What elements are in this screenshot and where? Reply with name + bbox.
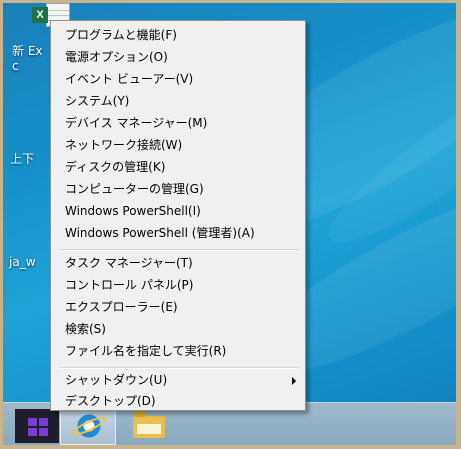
power-user-menu: プログラムと機能(F) 電源オプション(O) イベント ビューアー(V) システ…: [50, 20, 306, 411]
menu-item-label: コントロール パネル(P): [65, 278, 194, 292]
menu-item-search[interactable]: 検索(S): [54, 319, 302, 340]
menu-item-task-manager[interactable]: タスク マネージャー(T): [54, 253, 302, 274]
menu-item-label: エクスプローラー(E): [65, 300, 178, 314]
menu-item-computer-management[interactable]: コンピューターの管理(G): [54, 179, 302, 200]
menu-item-label: タスク マネージャー(T): [65, 256, 193, 270]
menu-item-label: プログラムと機能(F): [65, 28, 177, 42]
taskbar-internet-explorer[interactable]: [60, 407, 116, 445]
windows-logo-icon: [28, 418, 48, 436]
taskbar-file-explorer[interactable]: [121, 407, 177, 445]
desktop-icon-shortcut[interactable]: 上下: [10, 150, 34, 167]
menu-item-label: 検索(S): [65, 322, 106, 336]
menu-item-powershell[interactable]: Windows PowerShell(I): [54, 201, 302, 222]
menu-item-label: ネットワーク接続(W): [65, 138, 183, 152]
desktop-icon-label: 新 Exc: [12, 44, 43, 73]
menu-item-label: コンピューターの管理(G): [65, 182, 204, 196]
menu-item-label: 電源オプション(O): [65, 50, 168, 64]
menu-item-label: ディスクの管理(K): [65, 160, 166, 174]
menu-item-disk-management[interactable]: ディスクの管理(K): [54, 157, 302, 178]
menu-item-label: システム(Y): [65, 94, 130, 108]
menu-separator: [59, 367, 299, 369]
desktop-icon-excel[interactable]: 新 Exc: [12, 44, 46, 74]
menu-item-control-panel[interactable]: コントロール パネル(P): [54, 275, 302, 296]
menu-separator: [59, 249, 299, 251]
menu-item-run[interactable]: ファイル名を指定して実行(R): [54, 341, 302, 362]
submenu-arrow-icon: [292, 377, 296, 385]
file-explorer-icon: [133, 411, 165, 438]
menu-item-label: Windows PowerShell (管理者)(A): [65, 226, 255, 240]
menu-item-shutdown[interactable]: シャットダウン(U): [54, 370, 302, 391]
menu-item-power-options[interactable]: 電源オプション(O): [54, 47, 302, 68]
menu-item-desktop[interactable]: デスクトップ(D): [54, 391, 302, 412]
menu-item-event-viewer[interactable]: イベント ビューアー(V): [54, 69, 302, 90]
menu-item-label: デスクトップ(D): [65, 394, 156, 408]
start-button[interactable]: [15, 409, 59, 443]
menu-item-device-manager[interactable]: デバイス マネージャー(M): [54, 113, 302, 134]
menu-item-label: デバイス マネージャー(M): [65, 116, 208, 130]
desktop-icon-label: ja_w: [9, 255, 36, 269]
menu-item-label: ファイル名を指定して実行(R): [65, 344, 227, 358]
menu-item-file-explorer[interactable]: エクスプローラー(E): [54, 297, 302, 318]
menu-item-label: イベント ビューアー(V): [65, 72, 194, 86]
menu-item-label: シャットダウン(U): [65, 373, 168, 387]
menu-item-powershell-admin[interactable]: Windows PowerShell (管理者)(A): [54, 223, 302, 244]
menu-item-label: Windows PowerShell(I): [65, 204, 201, 218]
menu-item-system[interactable]: システム(Y): [54, 91, 302, 112]
desktop-icon-file[interactable]: ja_w: [9, 255, 36, 269]
menu-item-programs-features[interactable]: プログラムと機能(F): [54, 25, 302, 46]
menu-item-network-connections[interactable]: ネットワーク接続(W): [54, 135, 302, 156]
desktop-icon-label: 上下: [10, 152, 35, 166]
